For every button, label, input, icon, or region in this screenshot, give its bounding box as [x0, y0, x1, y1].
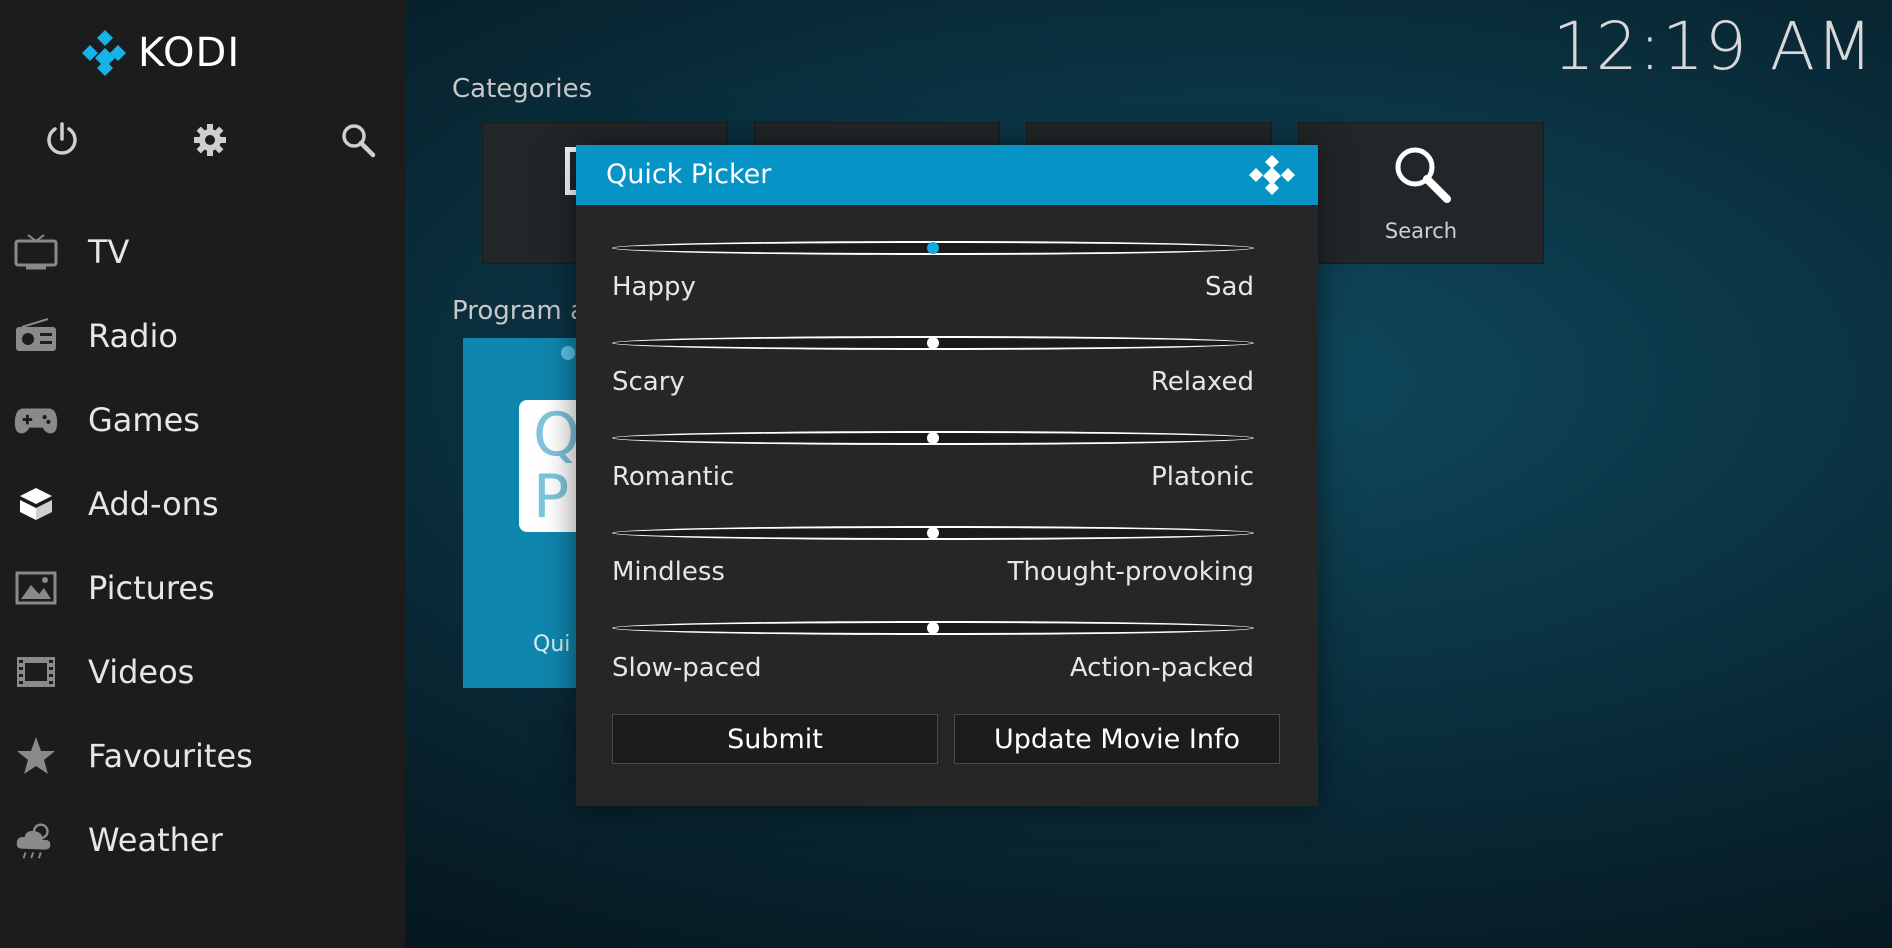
sidebar-item-tv[interactable]: TV	[0, 210, 405, 294]
main-menu: TV Radio Games Add-ons Pictures Videos F…	[0, 210, 405, 882]
slider-knob[interactable]	[927, 527, 939, 539]
kodi-logo-icon	[1249, 155, 1295, 195]
sidebar-item-games[interactable]: Games	[0, 378, 405, 462]
sidebar-item-radio[interactable]: Radio	[0, 294, 405, 378]
quick-picker-dialog: Quick Picker Happy Sad Scary Relaxed Rom…	[576, 145, 1318, 806]
program-addons-title: Program a	[452, 296, 586, 326]
sidebar-item-label: TV	[88, 233, 130, 271]
power-icon[interactable]	[40, 118, 84, 162]
weather-icon	[14, 818, 58, 862]
slider-knob[interactable]	[927, 337, 939, 349]
update-movie-info-button[interactable]: Update Movie Info	[954, 714, 1280, 764]
slider-knob[interactable]	[927, 432, 939, 444]
sidebar-item-label: Weather	[88, 821, 223, 859]
tv-icon	[14, 230, 58, 274]
sidebar: KODI TV Radio Games Add-ons Pictures Vid…	[0, 0, 405, 948]
slider-label-left: Scary	[612, 367, 685, 397]
film-icon	[14, 650, 58, 694]
slider-label-right: Relaxed	[1150, 367, 1254, 397]
pictures-icon	[14, 566, 58, 610]
slider-knob[interactable]	[927, 242, 939, 254]
slider-label-right: Action-packed	[1069, 653, 1254, 683]
slider-knob[interactable]	[927, 622, 939, 634]
star-icon	[14, 734, 58, 778]
submit-button[interactable]: Submit	[612, 714, 938, 764]
slider-label-right: Thought-provoking	[1007, 557, 1254, 587]
mood-slider-happy-sad[interactable]	[612, 237, 1254, 259]
category-tile-label: Search	[1384, 219, 1458, 243]
kodi-logo-text: KODI	[138, 30, 241, 76]
search-icon	[1395, 147, 1451, 203]
sidebar-item-addons[interactable]: Add-ons	[0, 462, 405, 546]
gear-icon[interactable]	[188, 118, 232, 162]
mood-slider-scary-relaxed[interactable]	[612, 332, 1254, 354]
slider-label-right: Platonic	[1151, 462, 1254, 492]
slider-label-left: Slow-paced	[612, 653, 762, 683]
addon-tile-label: Qui	[533, 632, 571, 657]
gamepad-icon	[14, 398, 58, 442]
slider-label-left: Happy	[612, 272, 696, 302]
addons-box-icon	[14, 482, 58, 526]
slider-label-right: Sad	[1205, 272, 1254, 302]
categories-title: Categories	[452, 74, 593, 104]
mood-slider-slow-action[interactable]	[612, 617, 1254, 639]
sidebar-item-videos[interactable]: Videos	[0, 630, 405, 714]
sidebar-item-favourites[interactable]: Favourites	[0, 714, 405, 798]
sidebar-item-label: Pictures	[88, 569, 215, 607]
sidebar-item-label: Add-ons	[88, 485, 219, 523]
pin-icon	[561, 346, 575, 360]
sidebar-item-pictures[interactable]: Pictures	[0, 546, 405, 630]
sidebar-item-label: Games	[88, 401, 200, 439]
sidebar-item-label: Favourites	[88, 737, 253, 775]
mood-slider-mindless-thought-provoking[interactable]	[612, 522, 1254, 544]
slider-label-left: Romantic	[612, 462, 735, 492]
sidebar-item-label: Radio	[88, 317, 178, 355]
radio-icon	[14, 314, 58, 358]
sidebar-item-label: Videos	[88, 653, 195, 691]
sidebar-item-weather[interactable]: Weather	[0, 798, 405, 882]
clock: 12:19 AM	[1552, 8, 1874, 85]
kodi-logo: KODI	[80, 28, 240, 78]
kodi-logo-icon	[82, 30, 126, 76]
dialog-header: Quick Picker	[576, 145, 1318, 205]
slider-label-left: Mindless	[612, 557, 725, 587]
search-icon[interactable]	[336, 118, 380, 162]
category-tile-search[interactable]: Search	[1298, 122, 1544, 264]
mood-slider-romantic-platonic[interactable]	[612, 427, 1254, 449]
dialog-title: Quick Picker	[606, 159, 772, 190]
